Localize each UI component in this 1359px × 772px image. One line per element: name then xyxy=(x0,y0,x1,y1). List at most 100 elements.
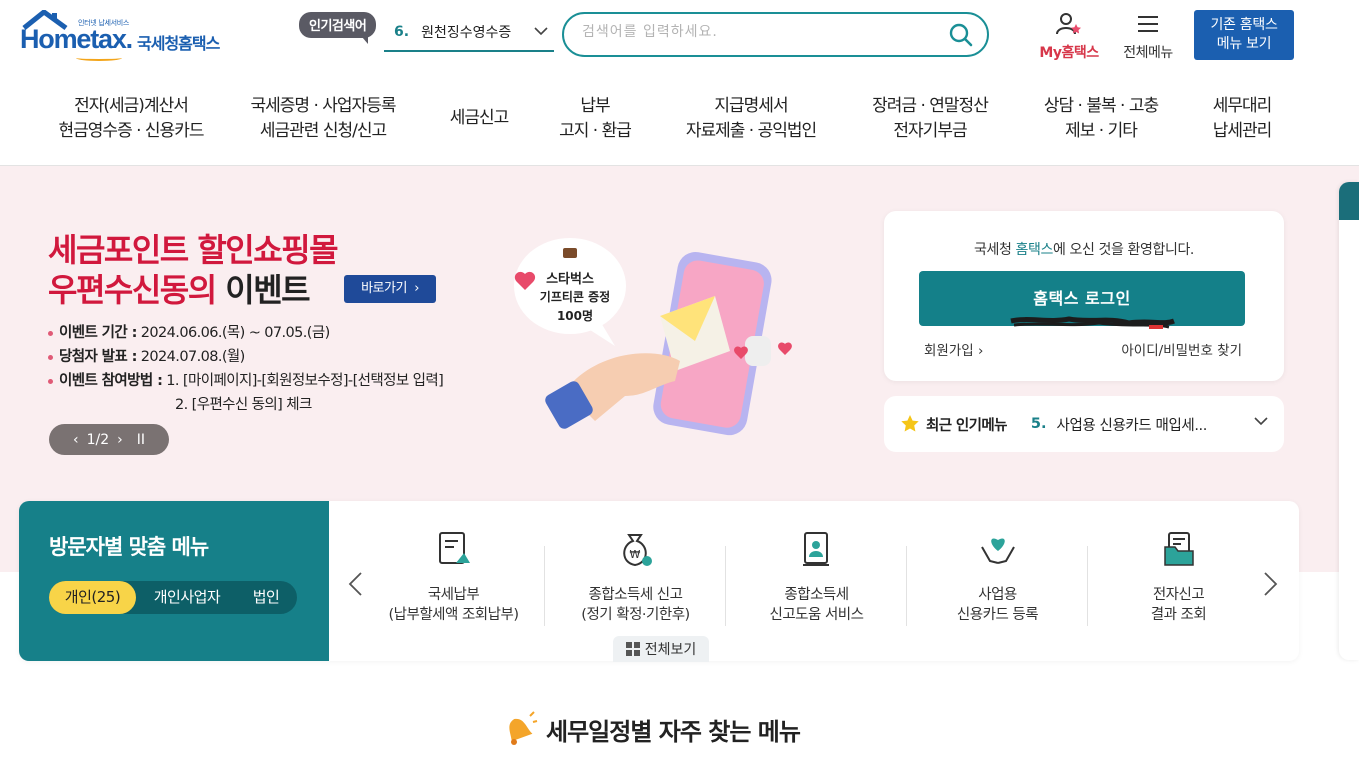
search-input[interactable] xyxy=(582,24,932,40)
event-title-line2: 우편수신동의 이벤트 xyxy=(48,270,337,310)
event-title-dark: 이벤트 xyxy=(215,271,310,309)
gnb-sublabel: 현금영수증 · 신용카드 xyxy=(58,121,205,141)
tax-schedule-title: 세무일정별 자주 찾는 메뉴 xyxy=(546,717,801,746)
custom-menu-title: 방문자별 맞춤 메뉴 xyxy=(49,535,209,559)
winner-label: 당첨자 발표 : xyxy=(59,349,137,365)
login-card: 국세청 홈택스에 오신 것을 환영합니다. 홈택스 로그인 회원가입 › 아이디… xyxy=(884,211,1284,381)
gnb-label: 지급명세서 xyxy=(714,96,788,116)
custom-menu-section: 방문자별 맞춤 메뉴 개인(25) 개인사업자 법인 국세납부 (납부할세액 조회… xyxy=(19,501,1299,662)
side-quick-panel[interactable] xyxy=(1339,182,1359,660)
gnb-label: 전자(세금)계산서 xyxy=(74,96,189,116)
bubble-line2: 기프티콘 증정 xyxy=(540,289,610,304)
menu-label: 국세납부 xyxy=(427,587,480,603)
logo-swoosh xyxy=(76,55,122,61)
welcome-pre: 국세청 xyxy=(974,242,1016,258)
old-menu-line2: 메뉴 보기 xyxy=(1216,36,1272,52)
popular-search-badge: 인기검색어 xyxy=(299,12,377,44)
pause-icon[interactable]: II xyxy=(137,432,145,448)
search-icon[interactable] xyxy=(949,23,973,47)
gnb-sublabel: 자료제출 · 공익법인 xyxy=(685,121,817,141)
gnb-label: 납부 xyxy=(580,96,610,116)
menu-label: 종합소득세 xyxy=(784,587,849,603)
menu-label: 사업용 xyxy=(978,587,1017,603)
event-details: 이벤트 기간 : 2024.06.06.(목) ~ 07.05.(금) 당첨자 … xyxy=(48,321,444,417)
menu-item-income-tax-help[interactable]: 종합소득세신고도움 서비스 xyxy=(726,529,907,625)
gnb-sublabel: 납세관리 xyxy=(1212,121,1273,141)
tab-sole-proprietor[interactable]: 개인사업자 xyxy=(141,581,233,614)
menu-item-business-card[interactable]: 사업용신용카드 등록 xyxy=(907,529,1088,625)
period-value: 2024.06.06.(목) ~ 07.05.(금) xyxy=(136,325,330,341)
gnb-label: 상담 · 불복 · 고충 xyxy=(1043,96,1159,116)
gnb-sublabel: 고지 · 환급 xyxy=(559,121,632,141)
recent-popular-menu[interactable]: 최근 인기메뉴 5. 사업용 신용카드 매입세... xyxy=(884,396,1284,452)
go-label: 바로가기 xyxy=(361,281,407,296)
method-value: 1. [마이페이지]-[회원정보수정]-[선택정보 입력] xyxy=(162,373,444,389)
popular-term: 원천징수영수증 xyxy=(421,25,512,41)
gnb-sublabel: 세금관련 신청/신고 xyxy=(259,121,387,141)
bell-icon xyxy=(509,711,538,745)
svg-text:₩: ₩ xyxy=(629,548,640,561)
gnb-payment[interactable]: 납부 고지 · 환급 xyxy=(559,94,632,144)
gnb-incentive[interactable]: 장려금 · 연말정산 전자기부금 xyxy=(872,94,989,144)
menu-sublabel: 결과 조회 xyxy=(1150,607,1207,623)
hamburger-icon xyxy=(1138,16,1158,32)
gnb-tax-agent[interactable]: 세무대리 납세관리 xyxy=(1212,94,1273,144)
chevron-down-icon xyxy=(1254,417,1268,426)
pager-count: 1/2 xyxy=(86,431,110,448)
redaction-scribble xyxy=(1010,316,1175,329)
gnb-consulting[interactable]: 상담 · 불복 · 고충 제보 · 기타 xyxy=(1043,94,1159,144)
all-menu-label: 전체메뉴 xyxy=(1123,45,1173,61)
visitor-type-tabs: 개인(25) 개인사업자 법인 xyxy=(49,581,297,614)
menu-item-tax-payment[interactable]: 국세납부 (납부할세액 조회납부) xyxy=(363,529,544,625)
search-box xyxy=(562,12,989,57)
prev-arrow-icon[interactable] xyxy=(347,571,363,597)
heart-hands-icon xyxy=(980,538,1015,564)
gnb-sublabel: 제보 · 기타 xyxy=(1065,121,1138,141)
bubble-line1: 스타벅스 xyxy=(546,271,594,287)
menu-sublabel: (정기 확정·기한후) xyxy=(581,607,690,623)
prev-arrow-icon[interactable]: ‹ xyxy=(73,432,79,448)
method-value2: 2. [우편수신 동의] 체크 xyxy=(175,397,312,413)
chevron-right-icon: › xyxy=(414,281,419,296)
header: 인터넷 납세서비스 Hometax. 국세청홈택스 인기검색어 6. 원천징수영… xyxy=(0,0,1359,72)
event-go-button[interactable]: 바로가기 › xyxy=(344,275,436,303)
money-bag-icon: ₩ xyxy=(622,534,652,567)
popular-search-dropdown[interactable]: 6. 원천징수영수증 xyxy=(384,14,554,52)
gnb-certificate[interactable]: 국세증명 · 사업자등록 세금관련 신청/신고 xyxy=(250,94,397,144)
gnb-payment-statement[interactable]: 지급명세서 자료제출 · 공익법인 xyxy=(685,94,817,144)
event-method: 이벤트 참여방법 : 1. [마이페이지]-[회원정보수정]-[선택정보 입력] xyxy=(48,369,444,393)
chevron-down-icon xyxy=(534,27,548,36)
bubble-line3: 100명 xyxy=(557,309,593,323)
gnb-label: 국세증명 · 사업자등록 xyxy=(250,96,397,116)
gnb-label: 세무대리 xyxy=(1212,96,1273,116)
method-label: 이벤트 참여방법 : xyxy=(59,373,163,389)
signup-label: 회원가입 xyxy=(924,343,974,359)
old-menu-line1: 기존 홈택스 xyxy=(1210,17,1278,33)
gnb-label: 세금신고 xyxy=(449,108,510,128)
old-hometax-menu-button[interactable]: 기존 홈택스 메뉴 보기 xyxy=(1194,10,1294,60)
gnb-tax-filing[interactable]: 세금신고 xyxy=(449,106,510,131)
hometax-logo[interactable]: 인터넷 납세서비스 Hometax. 국세청홈택스 xyxy=(20,10,235,62)
menu-sublabel: 신고도움 서비스 xyxy=(769,607,865,623)
winner-value: 2024.07.08.(월) xyxy=(136,349,246,365)
event-winner: 당첨자 발표 : 2024.07.08.(월) xyxy=(48,345,443,369)
tab-individual[interactable]: 개인(25) xyxy=(49,581,136,614)
grid-icon xyxy=(625,642,640,656)
all-menu-button[interactable]: 전체메뉴 xyxy=(1116,12,1180,62)
menu-sublabel: 신용카드 등록 xyxy=(956,607,1039,623)
signup-link[interactable]: 회원가입 › xyxy=(924,339,983,359)
view-all-button[interactable]: 전체보기 xyxy=(613,636,709,662)
tab-corporation[interactable]: 법인 xyxy=(241,581,291,614)
gnb-label: 장려금 · 연말정산 xyxy=(872,96,989,116)
tax-payment-icon xyxy=(438,532,470,564)
side-panel-header xyxy=(1339,182,1359,220)
custom-menu-header: 방문자별 맞춤 메뉴 개인(25) 개인사업자 법인 xyxy=(19,501,329,661)
menu-item-income-tax[interactable]: ₩ 종합소득세 신고 (정기 확정·기한후) xyxy=(545,529,726,625)
event-period: 이벤트 기간 : 2024.06.06.(목) ~ 07.05.(금) xyxy=(48,321,443,345)
next-arrow-icon[interactable]: › xyxy=(117,432,123,448)
gnb-e-invoice[interactable]: 전자(세금)계산서 현금영수증 · 신용카드 xyxy=(58,94,205,144)
recent-title: 최근 인기메뉴 xyxy=(926,417,1007,434)
menu-item-e-filing-result[interactable]: 전자신고 결과 조회 xyxy=(1088,529,1269,625)
find-id-password-link[interactable]: 아이디/비밀번호 찾기 xyxy=(1121,339,1242,359)
my-hometax-button[interactable]: My홈택스 xyxy=(1033,12,1105,62)
